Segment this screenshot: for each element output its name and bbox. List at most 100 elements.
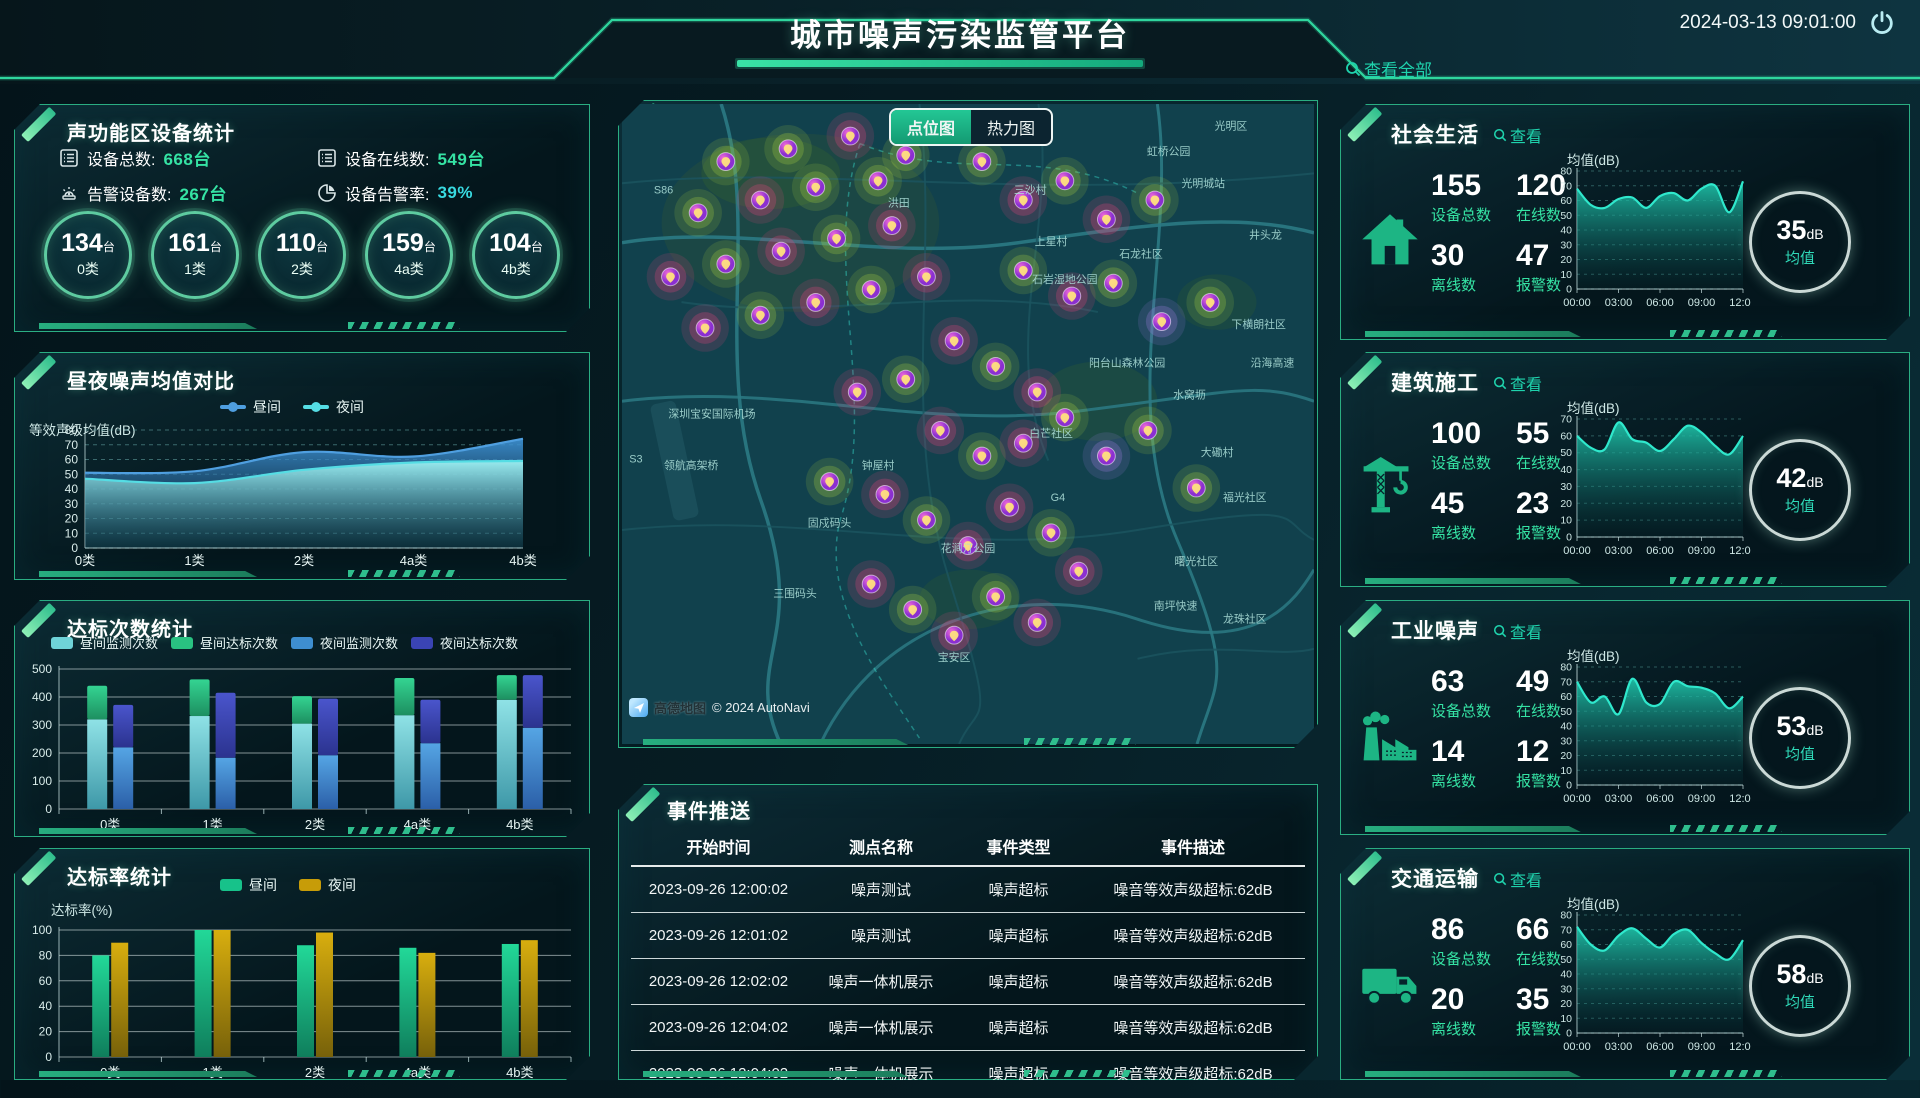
svg-text:40: 40 (65, 482, 79, 496)
daynight-legend[interactable]: 昼间 夜间 (220, 397, 364, 417)
panel-hatch-decor (348, 827, 460, 834)
stat-alarm-devices: 告警设备数: 267台 (59, 180, 317, 205)
map-marker[interactable] (737, 291, 785, 339)
rate-bar-chart: 0204060801000类1类2类4a类4b类 (23, 907, 583, 1091)
svg-text:0: 0 (1566, 532, 1572, 544)
view-link[interactable]: 查看 (1493, 123, 1542, 147)
legend-item[interactable]: 夜间 (299, 875, 356, 895)
view-link[interactable]: 查看 (1493, 371, 1542, 395)
svg-text:06:00: 06:00 (1646, 297, 1674, 309)
map-panel[interactable]: 光明区虹桥公园光明城站井头龙三沙村上星村石龙社区石岩湿地公园下横朗社区阳台山森林… (618, 100, 1318, 748)
event-row[interactable]: 2023-09-26 12:00:02噪声测试噪声超标噪音等效声级超标:62dB (631, 866, 1305, 913)
svg-text:06:00: 06:00 (1646, 545, 1674, 557)
svg-text:60: 60 (39, 974, 53, 988)
view-label: 查看 (1510, 123, 1542, 147)
event-type: 噪声超标 (956, 1005, 1081, 1051)
panel-transport: 交通运输 查看 86设备总数 66在线数 20离线数 35报警数 均值(dB) … (1340, 848, 1910, 1080)
power-icon[interactable] (1868, 9, 1896, 37)
map-place-label: 龙珠社区 (1223, 611, 1267, 625)
view-link[interactable]: 查看 (1493, 619, 1542, 643)
legend-swatch (411, 637, 433, 649)
legend-item[interactable]: 夜间监测次数 (291, 633, 398, 652)
map-marker[interactable] (702, 240, 750, 288)
map-place-label: 井头龙 (1249, 227, 1282, 241)
map-marker[interactable] (917, 407, 965, 455)
map-marker[interactable] (958, 432, 1006, 480)
legend-item[interactable]: 昼间 (220, 397, 281, 417)
map-marker[interactable] (889, 586, 937, 634)
counts-legend[interactable]: 昼间监测次数 昼间达标次数 夜间监测次数 夜间达标次数 (51, 633, 518, 652)
map-marker[interactable] (757, 227, 805, 275)
svg-text:50: 50 (1560, 447, 1572, 459)
legend-item[interactable]: 昼间监测次数 (51, 633, 158, 652)
map-marker[interactable] (792, 279, 840, 327)
svg-text:09:00: 09:00 (1688, 297, 1716, 309)
legend-item[interactable]: 昼间 (220, 875, 277, 895)
map-marker[interactable] (681, 304, 729, 352)
svg-text:30: 30 (65, 497, 79, 511)
event-row[interactable]: 2023-09-26 12:04:02噪声一体机展示噪声超标噪音等效声级超标:6… (631, 1005, 1305, 1051)
map-toggle-points-button[interactable]: 点位图 (891, 110, 971, 144)
map-copyright: © 2024 AutoNavi (712, 700, 810, 715)
map-marker[interactable] (972, 343, 1020, 391)
map-marker[interactable] (903, 496, 951, 544)
map-marker[interactable] (737, 176, 785, 224)
map-marker[interactable] (1000, 247, 1048, 295)
map-marker[interactable] (1041, 157, 1089, 205)
map-marker[interactable] (674, 189, 722, 237)
map-marker[interactable] (1083, 195, 1131, 243)
map-marker[interactable] (1027, 509, 1075, 557)
legend-item[interactable]: 昼间达标次数 (171, 633, 278, 652)
map-marker[interactable] (1013, 599, 1061, 647)
map-marker[interactable] (827, 112, 875, 160)
col-header: 事件类型 (956, 827, 1081, 866)
map-marker[interactable] (986, 483, 1034, 531)
map-marker[interactable] (813, 215, 861, 263)
map-marker[interactable] (792, 163, 840, 211)
svg-text:70: 70 (1560, 414, 1572, 426)
map-place-label: 上星村 (1035, 234, 1068, 248)
svg-text:100: 100 (32, 774, 52, 788)
avg-badge: 58dB均值 (1749, 935, 1851, 1037)
map-marker[interactable] (806, 458, 854, 506)
legend-item[interactable]: 夜间 (303, 397, 364, 417)
map-marker[interactable] (1186, 279, 1234, 327)
map-marker[interactable] (647, 253, 695, 301)
map-toggle-heat-button[interactable]: 热力图 (971, 110, 1051, 144)
event-row[interactable]: 2023-09-26 12:02:02噪声一体机展示噪声超标噪音等效声级超标:6… (631, 959, 1305, 1005)
map-marker[interactable] (1131, 176, 1179, 224)
rate-legend[interactable]: 昼间 夜间 (220, 875, 356, 895)
event-row[interactable]: 2023-09-26 12:01:02噪声测试噪声超标噪音等效声级超标:62dB (631, 913, 1305, 959)
map-marker[interactable] (847, 560, 895, 608)
legend-item[interactable]: 夜间达标次数 (411, 633, 518, 652)
map-marker[interactable] (1124, 407, 1172, 455)
map-marker[interactable] (972, 573, 1020, 621)
map-marker[interactable] (702, 138, 750, 186)
svg-text:40: 40 (1560, 721, 1572, 733)
map-marker[interactable] (1173, 464, 1221, 512)
map-marker[interactable] (861, 471, 909, 519)
map-marker[interactable] (930, 317, 978, 365)
map-marker[interactable] (882, 355, 930, 403)
daynight-area-chart: 010203040506070800类1类2类4a类4b类 (15, 423, 589, 575)
circle-category: 1类 (184, 259, 206, 279)
map-marker[interactable] (833, 368, 881, 416)
event-row[interactable]: 2023-09-26 12:04:02噪声一体机展示噪声超标噪音等效声级超标:6… (631, 1051, 1305, 1097)
map-marker[interactable] (1138, 298, 1186, 346)
map-marker[interactable] (1083, 432, 1131, 480)
map-marker[interactable] (903, 253, 951, 301)
svg-text:12:00: 12:00 (1729, 297, 1751, 309)
city-map[interactable]: 光明区虹桥公园光明城站井头龙三沙村上星村石龙社区石岩湿地公园下横朗社区阳台山森林… (622, 104, 1314, 744)
avg-badge: 35dB均值 (1749, 191, 1851, 293)
view-all-link[interactable]: 查看全部 (1345, 56, 1432, 81)
map-marker[interactable] (1000, 176, 1048, 224)
map-marker[interactable] (1000, 419, 1048, 467)
svg-text:4a类: 4a类 (400, 553, 427, 568)
svg-text:10: 10 (65, 526, 79, 540)
panel-hatch-decor (348, 1070, 460, 1077)
map-place-label: 水窝坜 (1173, 387, 1206, 401)
view-link[interactable]: 查看 (1493, 867, 1542, 891)
map-marker[interactable] (847, 266, 895, 314)
map-marker[interactable] (764, 125, 812, 173)
map-marker[interactable] (1055, 547, 1103, 595)
